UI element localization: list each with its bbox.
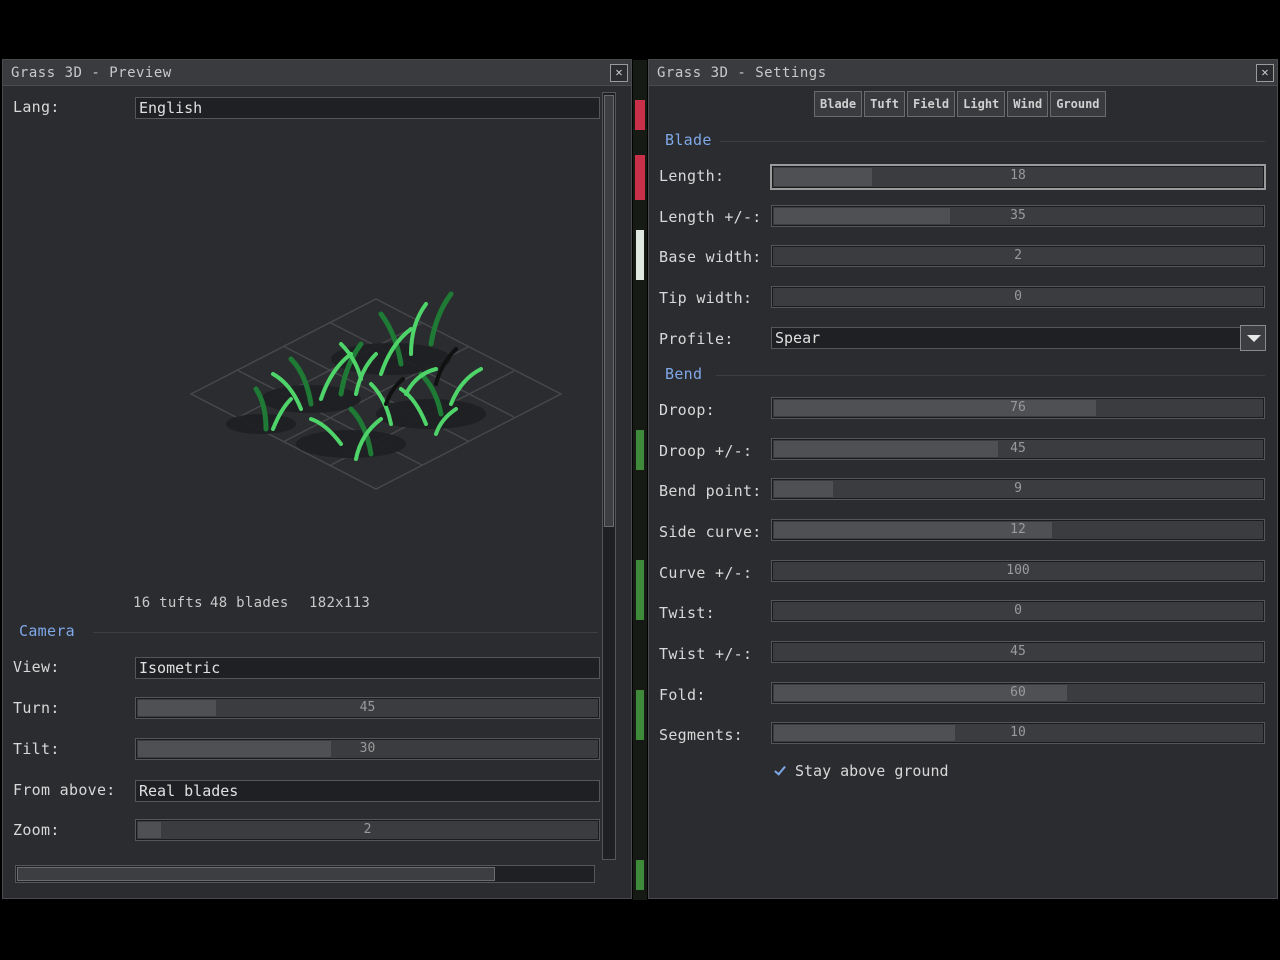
settings-close-button[interactable]: ✕	[1256, 64, 1274, 82]
lang-label: Lang:	[13, 98, 60, 116]
preview-titlebar[interactable]: Grass 3D - Preview	[3, 60, 631, 86]
tilt-slider[interactable]: 30	[135, 738, 600, 760]
tab-field[interactable]: Field	[907, 91, 956, 117]
tab-ground[interactable]: Ground	[1050, 91, 1106, 117]
tip-width-label: Tip width:	[659, 289, 753, 307]
droop-value: 76	[1010, 400, 1026, 415]
length-value: 18	[1010, 168, 1026, 183]
camera-section-divider	[93, 632, 598, 633]
curve-var-slider[interactable]: 100	[771, 560, 1265, 582]
preview-close-button[interactable]: ✕	[610, 64, 628, 82]
bend-point-label: Bend point:	[659, 482, 762, 500]
tab-light[interactable]: Light	[957, 91, 1006, 117]
preview-horizontal-scrollbar[interactable]	[15, 865, 595, 883]
droop-label: Droop:	[659, 401, 715, 419]
bend-point-slider[interactable]: 9	[771, 478, 1265, 500]
close-icon: ✕	[1261, 65, 1269, 79]
curve-var-value: 100	[1006, 563, 1030, 578]
tilt-value: 30	[359, 741, 376, 756]
base-width-slider[interactable]: 2	[771, 245, 1265, 267]
twist-value: 0	[1014, 603, 1022, 618]
bend-section-divider	[716, 375, 1265, 376]
settings-title: Grass 3D - Settings	[657, 64, 827, 81]
droop-var-label: Droop +/-:	[659, 442, 753, 460]
view-select[interactable]: Isometric	[135, 657, 600, 679]
grass-viewport[interactable]	[11, 124, 601, 594]
twist-var-slider[interactable]: 45	[771, 641, 1265, 663]
tab-blade[interactable]: Blade	[814, 91, 863, 117]
status-tufts: 16 tufts	[133, 595, 203, 611]
stay-above-ground-label: Stay above ground	[795, 762, 949, 780]
twist-var-label: Twist +/-:	[659, 645, 753, 663]
side-curve-value: 12	[1010, 522, 1026, 537]
length-var-label: Length +/-:	[659, 208, 762, 226]
turn-value: 45	[359, 700, 376, 715]
profile-label: Profile:	[659, 330, 734, 348]
blade-section-divider	[720, 141, 1265, 142]
fold-value: 60	[1010, 685, 1026, 700]
preview-window: Grass 3D - Preview ✕ Lang: English 16 tu…	[2, 59, 632, 899]
tilt-label: Tilt:	[13, 740, 60, 758]
fold-slider[interactable]: 60	[771, 682, 1265, 704]
tip-width-slider[interactable]: 0	[771, 286, 1265, 308]
length-slider[interactable]: 18	[770, 164, 1266, 190]
status-blades: 48 blades	[210, 595, 289, 611]
droop-var-value: 45	[1010, 441, 1026, 456]
turn-slider[interactable]: 45	[135, 697, 600, 719]
length-var-slider[interactable]: 35	[771, 205, 1265, 227]
zoom-slider[interactable]: 2	[135, 819, 600, 841]
side-curve-label: Side curve:	[659, 523, 762, 541]
fold-label: Fold:	[659, 686, 706, 704]
base-width-label: Base width:	[659, 248, 762, 266]
close-icon: ✕	[615, 65, 623, 79]
segments-slider[interactable]: 10	[771, 722, 1265, 744]
twist-label: Twist:	[659, 604, 715, 622]
zoom-label: Zoom:	[13, 821, 60, 839]
stay-above-ground-checkbox[interactable]: Stay above ground	[773, 762, 949, 780]
curve-var-label: Curve +/-:	[659, 564, 753, 582]
profile-select[interactable]: Spear	[771, 327, 1241, 349]
tile-strip-icon	[635, 100, 645, 890]
from-above-label: From above:	[13, 781, 116, 799]
length-var-value: 35	[1010, 208, 1026, 223]
grass-render-icon	[189, 291, 563, 490]
from-above-select[interactable]: Real blades	[135, 780, 600, 802]
zoom-value: 2	[363, 822, 372, 837]
segments-label: Segments:	[659, 726, 743, 744]
turn-label: Turn:	[13, 699, 60, 717]
view-label: View:	[13, 658, 60, 676]
settings-titlebar[interactable]: Grass 3D - Settings	[649, 60, 1277, 86]
gutter-strip	[633, 60, 647, 900]
preview-vertical-scrollbar[interactable]	[602, 92, 616, 860]
blade-section-title: Blade	[665, 131, 712, 149]
droop-var-slider[interactable]: 45	[771, 438, 1265, 460]
camera-section-title: Camera	[19, 622, 75, 640]
base-width-value: 2	[1014, 248, 1022, 263]
profile-dropdown-button[interactable]	[1240, 325, 1266, 351]
status-size: 182x113	[309, 595, 371, 611]
tab-wind[interactable]: Wind	[1007, 91, 1049, 117]
bend-section-title: Bend	[665, 365, 703, 383]
twist-slider[interactable]: 0	[771, 600, 1265, 622]
checkmark-icon	[773, 764, 787, 778]
preview-horizontal-scroll-thumb[interactable]	[17, 867, 495, 881]
preview-title: Grass 3D - Preview	[11, 64, 172, 81]
lang-select[interactable]: English	[135, 97, 600, 119]
twist-var-value: 45	[1010, 644, 1026, 659]
length-label: Length:	[659, 167, 725, 185]
settings-tabbar: Blade Tuft Field Light Wind Ground	[814, 91, 1106, 119]
side-curve-slider[interactable]: 12	[771, 519, 1265, 541]
tab-tuft[interactable]: Tuft	[864, 91, 906, 117]
tip-width-value: 0	[1014, 289, 1022, 304]
segments-value: 10	[1010, 725, 1026, 740]
droop-slider[interactable]: 76	[771, 397, 1265, 419]
bend-point-value: 9	[1014, 481, 1022, 496]
preview-vertical-scroll-thumb[interactable]	[604, 95, 614, 527]
